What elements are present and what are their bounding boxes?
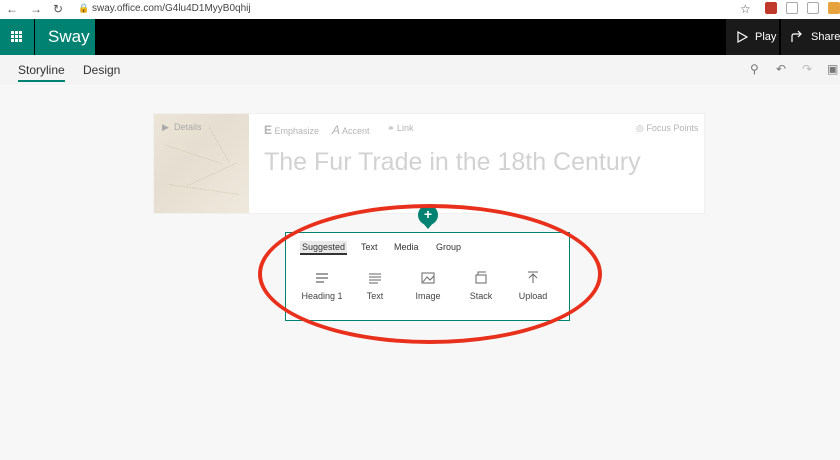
option-label: Stack <box>469 291 493 301</box>
app-brand[interactable]: Sway <box>35 19 95 55</box>
play-button[interactable]: Play <box>726 19 779 55</box>
heading-1-option[interactable]: Heading 1 <box>294 271 350 301</box>
option-label: Text <box>366 291 384 301</box>
tab-suggested[interactable]: Suggested <box>300 241 348 255</box>
option-label: Image <box>415 291 441 301</box>
text-option[interactable]: Text <box>347 271 403 301</box>
lock-icon: 🔒 <box>78 3 90 13</box>
image-option[interactable]: Image <box>400 271 456 301</box>
link-button[interactable]: ⚭ Link <box>387 123 414 134</box>
app-launcher-button[interactable] <box>0 19 34 55</box>
stack-option[interactable]: Stack <box>453 271 509 301</box>
share-label: Share <box>811 31 840 43</box>
emphasize-button[interactable]: E Emphasize <box>264 123 319 137</box>
tab-design[interactable]: Design <box>83 63 120 77</box>
forward-icon[interactable]: → <box>30 2 42 16</box>
play-label: Play <box>755 31 777 43</box>
details-button[interactable]: ▶ Details <box>162 122 201 133</box>
browser-toolbar: ← → ↻ 🔒 sway.office.com/G4lu4D1MyyB0qhij… <box>0 0 840 20</box>
upload-icon <box>505 271 561 291</box>
reload-icon[interactable]: ↻ <box>53 2 63 16</box>
title-card[interactable]: ▶ Details E Emphasize A Accent ⚭ Link ◎ … <box>153 113 705 214</box>
share-icon <box>791 30 802 42</box>
waffle-icon <box>11 31 23 43</box>
profile-icon[interactable] <box>828 2 840 14</box>
accent-button[interactable]: A Accent <box>332 123 370 137</box>
text-icon <box>347 271 403 291</box>
app-header: Sway Play Share <box>0 19 840 55</box>
star-icon[interactable]: ☆ <box>740 2 751 16</box>
search-icon[interactable]: ⚲ <box>750 62 759 76</box>
upload-option[interactable]: Upload <box>505 271 561 301</box>
tab-storyline[interactable]: Storyline <box>18 63 65 82</box>
heading-icon <box>294 271 350 291</box>
tab-text[interactable]: Text <box>361 242 378 252</box>
address-bar[interactable]: sway.office.com/G4lu4D1MyyB0qhij <box>92 3 251 14</box>
picture-icon[interactable]: ▣ <box>827 62 838 76</box>
play-icon <box>737 31 748 43</box>
redo-icon[interactable]: ↷ <box>802 62 812 76</box>
image-icon <box>400 271 456 291</box>
insert-card-button[interactable]: + <box>418 205 438 225</box>
back-icon[interactable]: ← <box>6 2 18 16</box>
card-title[interactable]: The Fur Trade in the 18th Century <box>264 148 641 177</box>
insert-panel: Suggested Text Media Group Heading 1 Tex… <box>285 232 570 321</box>
stack-icon <box>453 271 509 291</box>
pdf-extension-icon[interactable] <box>765 2 777 14</box>
option-label: Upload <box>518 291 548 301</box>
tab-media[interactable]: Media <box>394 242 419 252</box>
mode-tabs: Storyline Design ⚲ ↶ ↷ ▣ <box>0 55 840 85</box>
extension-icon[interactable] <box>786 2 798 14</box>
option-label: Heading 1 <box>301 291 343 301</box>
focus-points-button[interactable]: ◎ Focus Points <box>636 123 698 134</box>
background-image-thumbnail[interactable]: ▶ Details <box>154 114 249 213</box>
share-button[interactable]: Share <box>781 19 840 55</box>
tab-group[interactable]: Group <box>436 242 461 252</box>
undo-icon[interactable]: ↶ <box>776 62 786 76</box>
extension-icon-2[interactable] <box>807 2 819 14</box>
